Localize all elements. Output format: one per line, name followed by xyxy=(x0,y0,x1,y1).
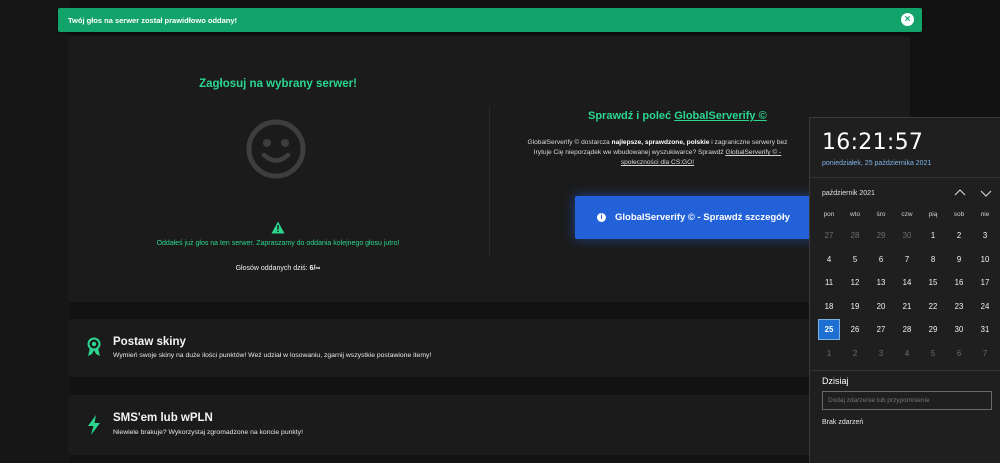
calendar-day[interactable]: 29 xyxy=(868,224,894,248)
calendar-day[interactable]: 4 xyxy=(894,342,920,366)
weekday-label: śro xyxy=(876,211,886,218)
warning-icon xyxy=(271,221,285,234)
calendar-day[interactable]: 8 xyxy=(920,248,946,272)
vote-card: Zagłosuj na wybrany serwer! Oddałeś już … xyxy=(68,36,910,302)
calendar-day[interactable]: 17 xyxy=(972,271,998,295)
calendar-day[interactable]: 20 xyxy=(868,295,894,319)
calendar-day[interactable]: 1 xyxy=(920,224,946,248)
feature-postaw-skiny[interactable]: Postaw skiny Wymień swoje skiny na duże … xyxy=(68,319,910,377)
calendar-day[interactable]: 29 xyxy=(920,318,946,342)
calendar-day[interactable]: 30 xyxy=(946,318,972,342)
calendar-day-today[interactable]: 25 xyxy=(816,318,842,342)
vote-count: Głosów oddanych dziś: 6/∞ xyxy=(68,265,488,272)
calendar-day[interactable]: 27 xyxy=(868,318,894,342)
calendar-day[interactable]: 31 xyxy=(972,318,998,342)
calendar-day[interactable]: 10 xyxy=(972,248,998,272)
add-event-input[interactable] xyxy=(822,391,992,410)
gs-heading-link[interactable]: GlobalServerify © xyxy=(674,110,766,122)
calendar-day[interactable]: 23 xyxy=(946,295,972,319)
calendar-day[interactable]: 26 xyxy=(842,318,868,342)
calendar-day[interactable]: 15 xyxy=(920,271,946,295)
calendar-day[interactable]: 28 xyxy=(894,318,920,342)
info-icon: i xyxy=(597,213,606,222)
page-gutter xyxy=(0,0,70,463)
gs-desc-part: i zagraniczne serwery bez xyxy=(711,139,788,146)
calendar-day[interactable]: 3 xyxy=(868,342,894,366)
gs-heading-prefix: Sprawdź i poleć xyxy=(588,110,672,122)
vote-count-value: 6/∞ xyxy=(309,265,321,272)
calendar-day[interactable]: 11 xyxy=(816,271,842,295)
gs-desc-link[interactable]: GlobalServerify © - xyxy=(725,149,781,156)
award-icon xyxy=(87,337,101,356)
calendar-day[interactable]: 2 xyxy=(946,224,972,248)
calendar-day[interactable]: 2 xyxy=(842,342,868,366)
calendar-day[interactable]: 14 xyxy=(894,271,920,295)
weekday-label: nie xyxy=(980,211,990,218)
calendar-day[interactable]: 12 xyxy=(842,271,868,295)
feature-description: Niewiele brakuje? Wykorzystaj zgromadzon… xyxy=(113,429,303,436)
clock-time: 16:21:57 xyxy=(822,130,924,155)
calendar-day[interactable]: 27 xyxy=(816,224,842,248)
weekday-label: pon xyxy=(823,211,835,218)
weekday-label: wto xyxy=(849,211,861,218)
calendar-day[interactable]: 16 xyxy=(946,271,972,295)
gs-button-label: GlobalServerify © - Sprawdź szczegóły xyxy=(615,212,790,223)
calendar-day[interactable]: 4 xyxy=(816,248,842,272)
gs-desc-bold: najlepsze, sprawdzone, polskie xyxy=(611,139,710,146)
vote-warning-text: Oddałeś już głos na ten serwer. Zaprasza… xyxy=(156,240,400,247)
calendar-day[interactable]: 9 xyxy=(946,248,972,272)
gs-desc-part: Irytuje Cię nieporządek we wbudowanej wy… xyxy=(533,149,724,156)
divider xyxy=(810,177,1000,178)
weekday-label: sob xyxy=(953,211,965,218)
gs-desc-part: GlobalServerify © dostarcza xyxy=(527,139,610,146)
divider xyxy=(810,370,1000,371)
feature-sms-wpln[interactable]: SMS'em lub wPLN Niewiele brakuje? Wykorz… xyxy=(68,395,910,455)
calendar-day[interactable]: 6 xyxy=(868,248,894,272)
month-label[interactable]: październik 2021 xyxy=(822,190,875,197)
calendar-day[interactable]: 7 xyxy=(894,248,920,272)
calendar-day[interactable]: 3 xyxy=(972,224,998,248)
globalserverify-description: GlobalServerify © dostarcza najlepsze, s… xyxy=(500,138,815,168)
calendar-day[interactable]: 5 xyxy=(842,248,868,272)
chevron-up-icon[interactable] xyxy=(953,187,967,199)
gs-desc-link[interactable]: społeczności dla CS:GO! xyxy=(621,159,694,166)
toast-message: Twój głos na serwer został prawidłowo od… xyxy=(68,15,238,25)
today-heading: Dzisiaj xyxy=(822,376,849,386)
calendar-day[interactable]: 19 xyxy=(842,295,868,319)
weekday-label: pią xyxy=(928,211,938,218)
calendar-day[interactable]: 18 xyxy=(816,295,842,319)
calendar-day[interactable]: 13 xyxy=(868,271,894,295)
calendar-day[interactable]: 30 xyxy=(894,224,920,248)
calendar-day[interactable]: 7 xyxy=(972,342,998,366)
calendar-day[interactable]: 21 xyxy=(894,295,920,319)
calendar-day[interactable]: 28 xyxy=(842,224,868,248)
calendar-day[interactable]: 1 xyxy=(816,342,842,366)
feature-title: Postaw skiny xyxy=(113,336,186,348)
feature-description: Wymień swoje skiny na duże ilości punktó… xyxy=(113,352,432,359)
globalserverify-button[interactable]: i GlobalServerify © - Sprawdź szczegóły xyxy=(575,196,815,239)
feature-title: SMS'em lub wPLN xyxy=(113,412,213,424)
no-events-text: Brak zdarzeń xyxy=(822,419,864,426)
clock-date[interactable]: poniedziałek, 25 października 2021 xyxy=(822,160,931,167)
smiley-icon xyxy=(246,119,306,179)
lightning-icon xyxy=(88,415,100,435)
vote-title: Zagłosuj na wybrany serwer! xyxy=(199,78,357,90)
calendar-day[interactable]: 24 xyxy=(972,295,998,319)
calendar-day[interactable]: 22 xyxy=(920,295,946,319)
chevron-down-icon[interactable] xyxy=(979,187,993,199)
weekday-header: pon wto śro czw pią sob nie xyxy=(816,211,998,218)
calendar-flyout: 16:21:57 poniedziałek, 25 października 2… xyxy=(809,117,1000,463)
calendar-day[interactable]: 6 xyxy=(946,342,972,366)
close-icon[interactable]: × xyxy=(901,13,914,26)
card-divider xyxy=(489,106,490,256)
weekday-label: czw xyxy=(901,211,913,218)
globalserverify-heading: Sprawdź i poleć GlobalServerify © xyxy=(588,110,767,122)
calendar-day[interactable]: 5 xyxy=(920,342,946,366)
success-toast: Twój głos na serwer został prawidłowo od… xyxy=(58,8,922,32)
vote-count-label: Głosów oddanych dziś: xyxy=(235,265,308,272)
calendar-days-grid: 27 28 29 30 1 2 3 4 5 6 7 8 9 10 11 12 13 14 15 16 17 18 19 20 2… xyxy=(816,224,998,365)
